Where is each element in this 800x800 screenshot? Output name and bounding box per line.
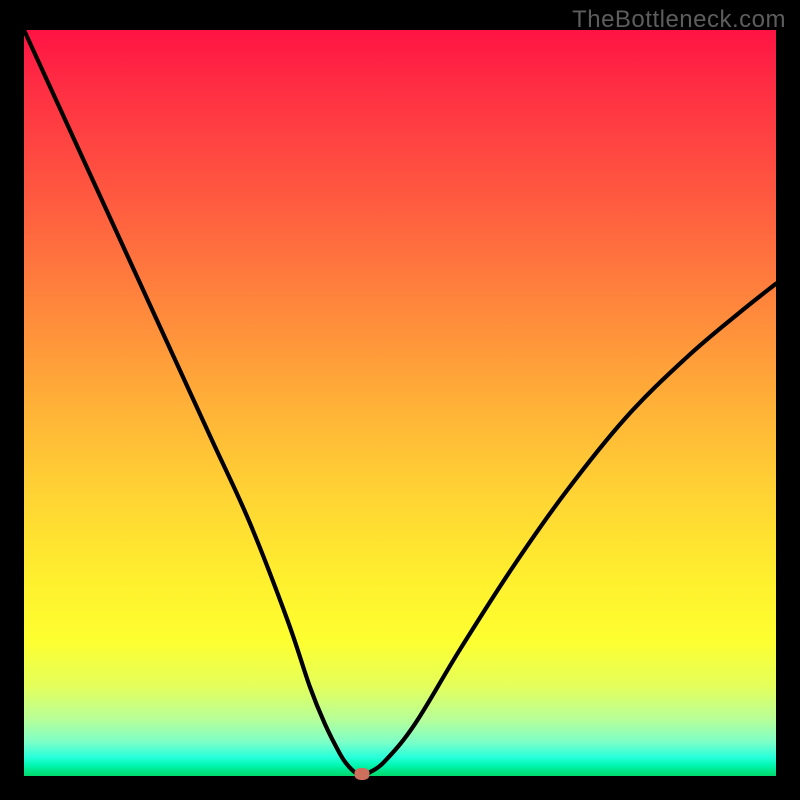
watermark-text: TheBottleneck.com [572,6,786,34]
bottleneck-curve [24,30,776,776]
minimum-marker [355,768,370,780]
plot-area [24,30,776,776]
chart-frame: TheBottleneck.com [0,0,800,800]
